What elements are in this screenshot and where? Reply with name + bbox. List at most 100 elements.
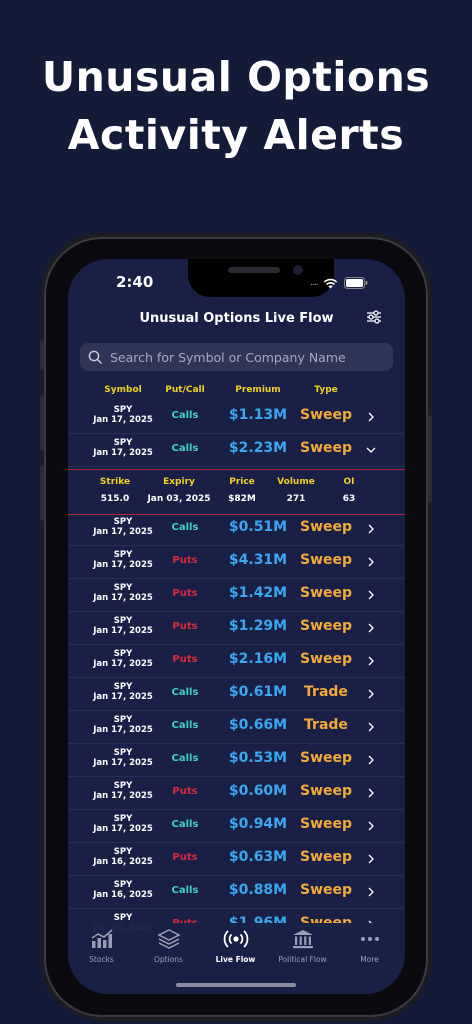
column-header-put-call[interactable]: Put/Call (160, 385, 210, 395)
row-put-call: Puts (172, 852, 198, 863)
table-row[interactable]: SPY Jan 17, 2025 Puts $1.29M Sweep (68, 612, 405, 645)
headline: Unusual Options Activity Alerts (0, 48, 472, 164)
phone-button-volume-up (40, 395, 44, 451)
row-symbol-date: Jan 17, 2025 (93, 725, 153, 735)
row-symbol: SPY Jan 17, 2025 (88, 781, 158, 801)
row-type: Sweep (299, 407, 353, 423)
chevron-right-icon[interactable] (366, 589, 376, 601)
tab-political-flow[interactable]: Political Flow (269, 929, 336, 964)
chevron-right-icon[interactable] (366, 754, 376, 766)
row-type: Sweep (299, 882, 353, 898)
row-symbol-date: Jan 17, 2025 (93, 626, 153, 636)
chevron-right-icon[interactable] (366, 523, 376, 535)
layers-icon (156, 929, 181, 949)
detail-header-price: Price (229, 477, 255, 487)
battery-icon (344, 277, 368, 289)
row-premium: $0.63M (228, 849, 288, 865)
chevron-right-icon[interactable] (366, 853, 376, 865)
row-symbol: SPY Jan 17, 2025 (88, 616, 158, 636)
row-premium: $0.60M (228, 783, 288, 799)
row-symbol-date: Jan 17, 2025 (93, 593, 153, 603)
tab-options[interactable]: Options (135, 929, 202, 964)
row-symbol: SPY Jan 17, 2025 (88, 814, 158, 834)
tab-stocks[interactable]: Stocks (68, 929, 135, 964)
row-type: Trade (304, 684, 348, 700)
row-type: Sweep (299, 585, 353, 601)
table-row[interactable]: SPY Jan 17, 2025 Calls $0.61M Trade (68, 678, 405, 711)
detail-header-expiry: Expiry (163, 477, 195, 487)
table-row[interactable]: SPY Jan 16, 2025 Puts $0.63M Sweep (68, 843, 405, 876)
row-premium: $1.29M (228, 618, 288, 634)
headline-line-2: Activity Alerts (67, 111, 405, 159)
row-put-call: Puts (172, 588, 198, 599)
sliders-icon[interactable] (366, 309, 382, 325)
table-row[interactable]: SPY Jan 17, 2025 Calls $0.53M Sweep (68, 744, 405, 777)
row-put-call: Calls (171, 819, 199, 830)
tab-label-more: More (360, 955, 379, 964)
chevron-right-icon[interactable] (366, 787, 376, 799)
table-row[interactable]: SPY Jan 17, 2025 Calls $0.66M Trade (68, 711, 405, 744)
detail-value-price: $82M (228, 494, 256, 504)
phone-button-power (428, 415, 432, 503)
table-row[interactable]: SPY Jan 17, 2025 Calls $1.13M Sweep (68, 401, 405, 434)
row-symbol-ticker: SPY (113, 847, 133, 857)
table-row[interactable]: SPY Jan 16, 2025 Calls $0.88M Sweep (68, 876, 405, 909)
tab-live-flow[interactable]: Live Flow (202, 929, 269, 964)
row-symbol: SPY Jan 17, 2025 (88, 583, 158, 603)
signal-icon: .... (310, 278, 319, 288)
chevron-right-icon[interactable] (366, 655, 376, 667)
row-type: Sweep (299, 816, 353, 832)
column-header-symbol[interactable]: Symbol (88, 385, 158, 395)
row-type: Sweep (299, 750, 353, 766)
chevron-right-icon[interactable] (366, 820, 376, 832)
row-type: Sweep (299, 519, 353, 535)
row-put-call: Calls (171, 885, 199, 896)
search-input[interactable] (108, 348, 392, 366)
table-row[interactable]: SPY Jan 17, 2025 Puts $1.42M Sweep (68, 579, 405, 612)
phone-button-volume-down (40, 465, 44, 521)
row-symbol-ticker: SPY (113, 550, 133, 560)
wifi-icon (324, 278, 338, 288)
row-premium: $1.13M (228, 407, 288, 423)
chevron-right-icon[interactable] (366, 688, 376, 700)
row-put-call: Calls (171, 753, 199, 764)
row-symbol-ticker: SPY (113, 781, 133, 791)
column-header-premium[interactable]: Premium (218, 385, 298, 395)
row-symbol-ticker: SPY (113, 913, 133, 923)
more-icon (360, 937, 379, 941)
row-symbol-date: Jan 17, 2025 (93, 824, 153, 834)
row-put-call: Calls (171, 410, 199, 421)
chevron-right-icon[interactable] (366, 556, 376, 568)
column-header-type[interactable]: Type (294, 385, 358, 395)
row-symbol: SPY Jan 17, 2025 (88, 517, 158, 537)
row-premium: $0.94M (228, 816, 288, 832)
detail-value-oi: 63 (342, 494, 356, 504)
chevron-right-icon[interactable] (366, 886, 376, 898)
search-icon (88, 350, 102, 364)
tab-more[interactable]: More (336, 929, 403, 964)
row-premium: $0.61M (228, 684, 288, 700)
table-row[interactable]: SPY Jan 17, 2025 Puts $0.60M Sweep (68, 777, 405, 810)
chevron-right-icon[interactable] (366, 411, 376, 423)
table-row[interactable]: SPY Jan 17, 2025 Calls $0.94M Sweep (68, 810, 405, 843)
row-symbol-ticker: SPY (113, 715, 133, 725)
table-row[interactable]: SPY Jan 17, 2025 Puts $2.16M Sweep (68, 645, 405, 678)
table-row[interactable]: SPY Jan 17, 2025 Puts $4.31M Sweep (68, 546, 405, 579)
detail-header-strike: Strike (99, 477, 131, 487)
row-premium: $0.66M (228, 717, 288, 733)
row-premium: $0.88M (228, 882, 288, 898)
table-row[interactable]: SPY Jan 17, 2025 Calls $0.51M Sweep (68, 513, 405, 546)
chevron-right-icon[interactable] (366, 721, 376, 733)
row-symbol-ticker: SPY (113, 517, 133, 527)
row-symbol: SPY Jan 17, 2025 (88, 748, 158, 768)
bank-icon (292, 930, 313, 949)
chevron-right-icon[interactable] (366, 622, 376, 634)
row-symbol: SPY Jan 17, 2025 (88, 715, 158, 735)
row-symbol: SPY Jan 17, 2025 (88, 682, 158, 702)
chevron-down-icon[interactable] (366, 444, 376, 456)
phone-screen: 2:40 .... Unusual Options Live Flow Sear… (68, 259, 405, 994)
search-bar[interactable] (80, 343, 393, 371)
table-row[interactable]: SPY Jan 17, 2025 Calls $2.23M Sweep (68, 434, 405, 467)
row-type: Trade (304, 717, 348, 733)
row-symbol: SPY Jan 17, 2025 (88, 438, 158, 458)
